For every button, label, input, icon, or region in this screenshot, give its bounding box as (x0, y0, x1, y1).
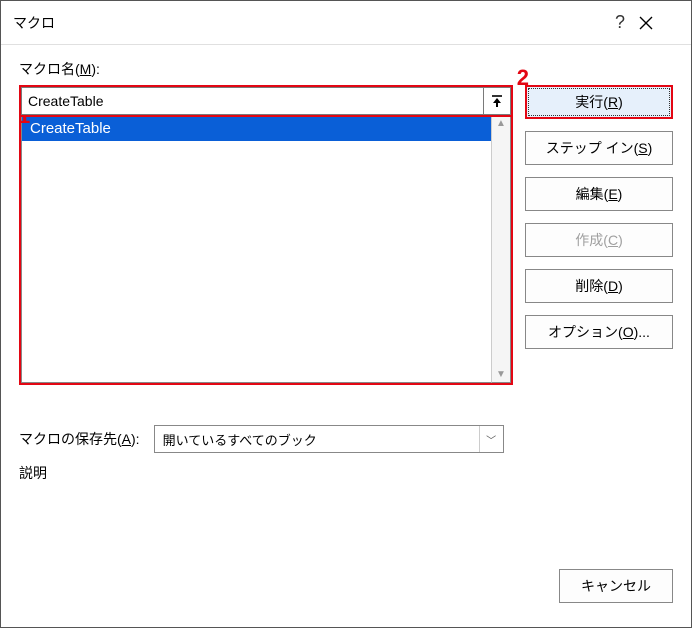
btn-label: 作成(C) (575, 230, 622, 250)
titlebar: マクロ ? (1, 1, 691, 45)
top-row: 1 CreateTable ▲ ▼ (19, 85, 673, 385)
close-icon (639, 16, 653, 30)
btn-label: ステップ イン(S) (546, 138, 653, 158)
scroll-up-icon: ▲ (496, 116, 506, 131)
label-accel: M (80, 61, 92, 77)
btn-label: 実行(R) (575, 92, 622, 112)
btn-label: 削除(D) (575, 276, 622, 296)
goto-macro-button[interactable] (483, 87, 511, 115)
create-button: 作成(C) (525, 223, 673, 257)
label-text: マクロの保存先( (19, 431, 122, 447)
storage-label: マクロの保存先(A): (19, 429, 140, 449)
macro-listbox[interactable]: CreateTable (21, 115, 491, 383)
chevron-down-icon: ﹀ (479, 426, 503, 452)
label-suffix: ): (131, 431, 140, 447)
step-in-button[interactable]: ステップ イン(S) (525, 131, 673, 165)
dialog-title: マクロ (13, 13, 601, 33)
cancel-button[interactable]: キャンセル (559, 569, 673, 603)
run-button[interactable]: 実行(R) (525, 85, 673, 119)
storage-value: 開いているすべてのブック (163, 430, 317, 449)
label-text: マクロ名( (19, 61, 80, 77)
description-label: 説明 (19, 463, 673, 483)
list-item[interactable]: CreateTable (22, 116, 491, 141)
listbox-scrollbar[interactable]: ▲ ▼ (491, 115, 511, 383)
upload-icon (490, 94, 504, 108)
left-column: 1 CreateTable ▲ ▼ (19, 85, 513, 385)
delete-button[interactable]: 削除(D) (525, 269, 673, 303)
macro-name-label: マクロ名(M): (19, 59, 673, 79)
storage-row: マクロの保存先(A): 開いているすべてのブック ﹀ (19, 425, 673, 453)
btn-label: オプション(O)... (548, 322, 650, 342)
right-column: 2 実行(R) ステップ イン(S) 編集(E) 作成(C) 削除(D) オプシ… (525, 85, 673, 385)
help-button[interactable]: ? (601, 12, 639, 33)
label-suffix: ): (91, 61, 100, 77)
edit-button[interactable]: 編集(E) (525, 177, 673, 211)
btn-label: 編集(E) (576, 184, 623, 204)
storage-select[interactable]: 開いているすべてのブック ﹀ (154, 425, 504, 453)
macro-name-row (19, 85, 513, 117)
macro-list-wrap: CreateTable ▲ ▼ (19, 115, 513, 385)
options-button[interactable]: オプション(O)... (525, 315, 673, 349)
macro-dialog: マクロ ? マクロ名(M): 1 CreateTable (0, 0, 692, 628)
macro-name-input[interactable] (21, 87, 483, 115)
label-accel: A (122, 431, 131, 447)
dialog-body: マクロ名(M): 1 CreateTable ▲ ▼ (1, 45, 691, 627)
close-button[interactable] (639, 16, 679, 30)
footer: キャンセル (19, 549, 673, 609)
scroll-down-icon: ▼ (496, 367, 506, 382)
